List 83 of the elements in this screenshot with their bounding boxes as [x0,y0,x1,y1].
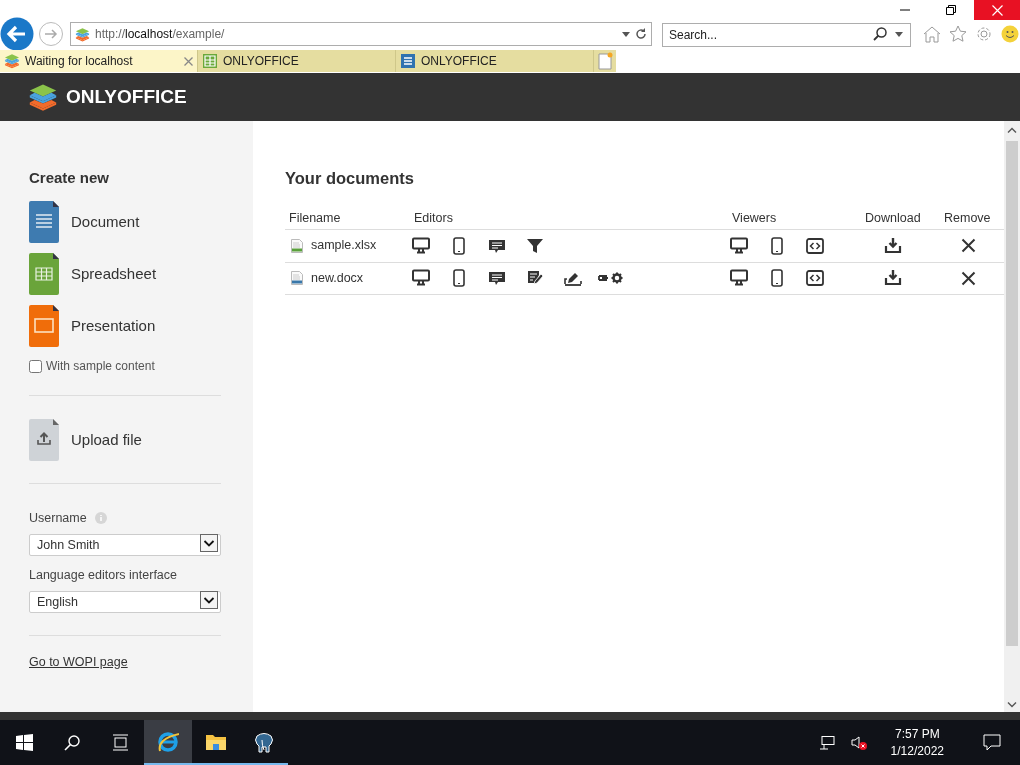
scroll-thumb[interactable] [1006,141,1018,646]
field-label: Language editors interface [29,566,178,584]
logo-text: ONLYOFFICE [66,84,187,109]
settings-icon[interactable] [975,25,993,43]
address-bar[interactable]: http://localhost/example/ [70,22,652,46]
start-icon [15,734,33,751]
create-link[interactable]: Presentation [71,314,156,338]
dropdown-caret-icon[interactable] [895,32,903,37]
browser-icon [157,730,179,753]
elephant-icon [253,730,275,753]
upload-label[interactable]: Upload file [71,428,142,452]
sample-content-checkbox[interactable] [29,359,42,373]
scroll-down-icon[interactable] [1007,702,1017,708]
address-text: http://localhost/example/ [95,26,226,43]
field-label: Username [29,510,87,527]
network-icon[interactable] [818,735,835,750]
close-icon [991,4,1003,16]
desktop-icon[interactable] [412,269,430,288]
file-name: new.docx [311,269,364,287]
desktop-icon[interactable] [730,269,748,288]
refresh-icon[interactable] [635,28,647,40]
spreadsheet-icon [29,253,59,295]
column-header: Viewers [732,210,777,225]
document-icon [400,53,416,69]
page-title: Your documents [285,169,415,189]
download-icon[interactable] [884,236,902,255]
embed-settings-icon[interactable] [598,271,624,286]
restore-icon [945,4,957,16]
column-header: Filename [289,210,341,225]
checkbox-label: With sample content [46,358,155,375]
create-link[interactable]: Document [71,210,140,234]
search-field[interactable]: Search... [662,23,911,47]
logo-icon [28,82,58,112]
task-view-icon [111,734,129,751]
scroll-up-icon[interactable] [1007,127,1017,133]
search-icon [64,734,80,751]
browser-tab[interactable]: ONLYOFFICE [396,50,594,72]
logo-icon [4,53,20,69]
mobile-icon[interactable] [450,269,468,288]
clock-date: 1/12/2022 [890,742,944,759]
chevron-icon [200,533,218,552]
scrollbar[interactable] [1004,121,1020,712]
clock-time: 7:57 PM [893,726,941,743]
spreadsheet-icon [202,53,218,69]
close-icon[interactable] [184,56,193,66]
notifications-icon [983,734,1001,751]
embed-code-icon[interactable] [806,236,824,255]
dropdown-caret-icon[interactable] [622,31,630,37]
browser-tab[interactable]: Waiting for localhost [0,50,198,72]
clock[interactable]: 7:57 PM 1/12/2022 [882,726,952,759]
star-icon[interactable] [949,25,967,43]
upload-icon[interactable] [29,419,59,461]
embed-code-icon[interactable] [806,269,824,288]
desktop-icon[interactable] [412,236,430,255]
wopi-link[interactable]: Go to WOPI page [29,652,128,672]
language-select[interactable]: English [29,590,221,613]
section-title: Create new [29,169,111,187]
username-select[interactable]: John Smith [29,534,221,557]
file-name: sample.xlsx [311,237,377,255]
smiley-icon[interactable] [1001,25,1019,43]
back-button[interactable] [0,17,34,51]
presentation-icon [29,305,59,347]
remove-icon[interactable] [960,269,977,287]
create-link[interactable]: Spreadsheet [71,262,157,286]
search-icon[interactable] [873,27,887,41]
mobile-icon[interactable] [768,269,786,288]
column-header: Editors [414,210,453,225]
logo-icon [75,26,90,42]
column-header: Download [865,210,921,225]
document-icon [29,201,59,243]
mobile-icon[interactable] [768,236,786,255]
remove-icon[interactable] [960,237,977,255]
file-icon [291,271,303,286]
desktop-icon[interactable] [730,236,748,255]
download-icon[interactable] [884,269,902,288]
chevron-icon [200,590,218,609]
volume-muted-icon[interactable] [850,735,867,750]
browser-tab[interactable]: ONLYOFFICE [198,50,396,72]
file-icon [291,238,303,253]
mobile-icon[interactable] [450,236,468,255]
info-icon [94,512,107,525]
filter-icon[interactable] [526,236,544,255]
column-header: Remove [944,210,991,225]
